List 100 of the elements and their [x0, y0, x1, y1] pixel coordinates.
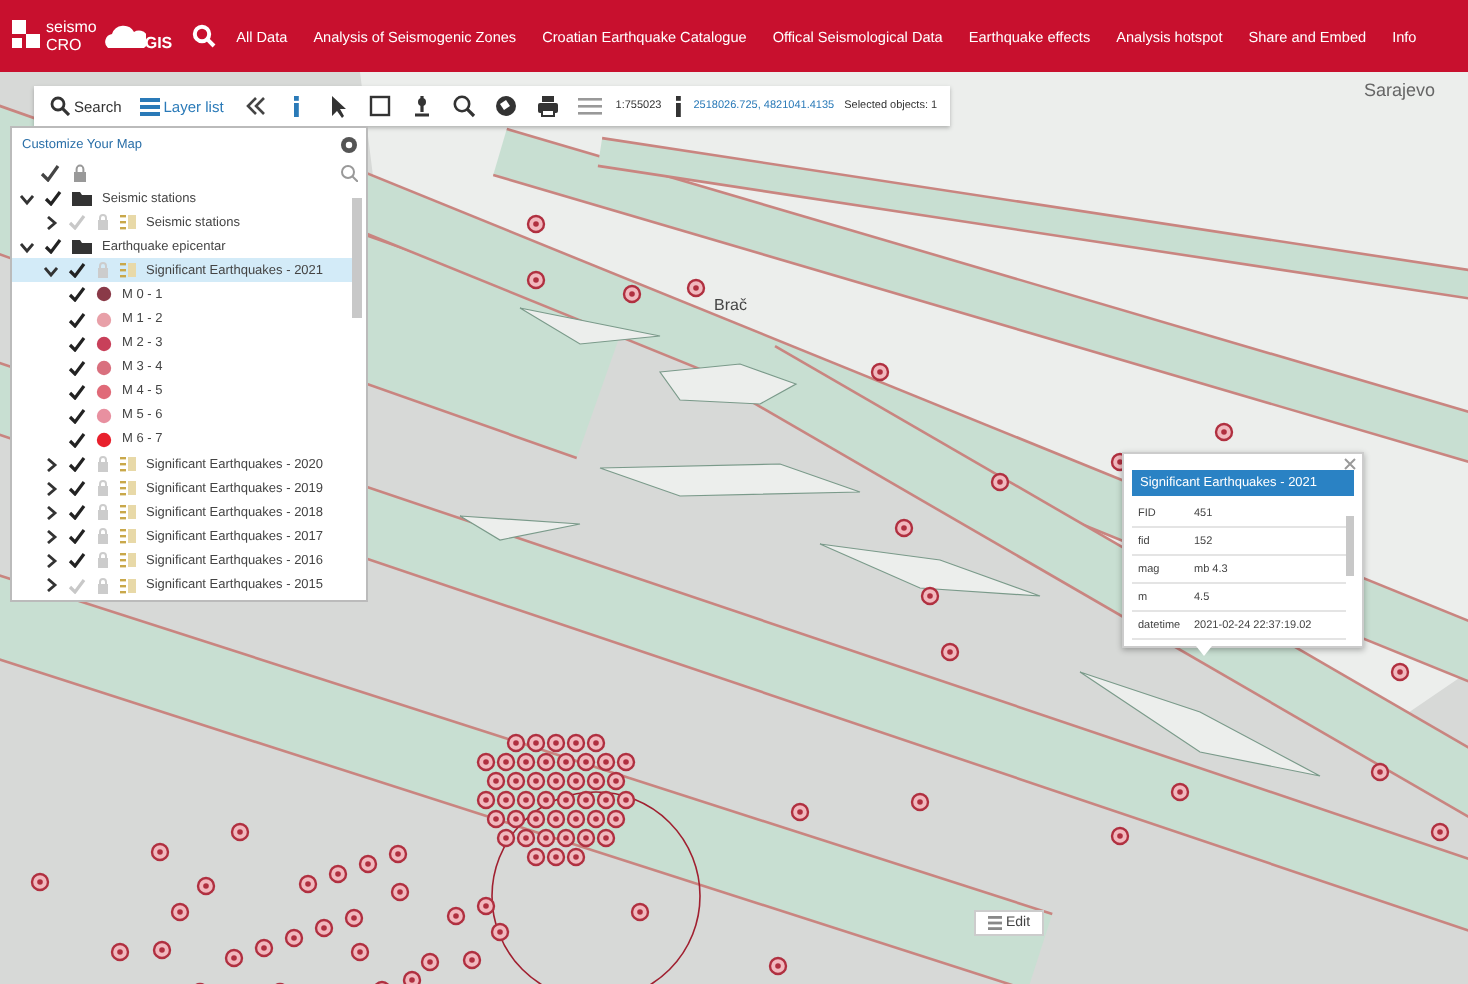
earthquake-marker-icon[interactable]: [506, 733, 526, 753]
check-icon[interactable]: [68, 311, 86, 328]
earthquake-marker-icon[interactable]: [516, 790, 536, 810]
earthquake-marker-icon[interactable]: [328, 864, 348, 884]
check-icon[interactable]: [68, 407, 86, 424]
earthquake-marker-icon[interactable]: [516, 828, 536, 848]
earthquake-marker-icon[interactable]: [506, 809, 526, 829]
earthquake-marker-icon[interactable]: [586, 771, 606, 791]
earthquake-marker-icon[interactable]: [486, 771, 506, 791]
earthquake-marker-icon[interactable]: [606, 809, 626, 829]
earthquake-marker-icon[interactable]: [284, 928, 304, 948]
earthquake-marker-icon[interactable]: [516, 752, 536, 772]
earthquake-marker-icon[interactable]: [462, 950, 482, 970]
lock-icon[interactable]: [72, 164, 88, 182]
chevron-down-icon[interactable]: [20, 239, 34, 254]
earthquake-marker-icon[interactable]: [586, 733, 606, 753]
check-icon[interactable]: [68, 456, 86, 473]
earthquake-marker-icon[interactable]: [496, 790, 516, 810]
earthquake-marker-icon[interactable]: [350, 942, 370, 962]
chevron-down-icon[interactable]: [20, 191, 34, 206]
earthquake-marker-icon[interactable]: [576, 752, 596, 772]
check-icon[interactable]: [68, 431, 86, 448]
chevron-right-icon[interactable]: [44, 505, 58, 520]
earthquake-marker-icon[interactable]: [526, 214, 546, 234]
earthquake-marker-icon[interactable]: [596, 790, 616, 810]
earthquake-marker-icon[interactable]: [496, 828, 516, 848]
earthquake-marker-icon[interactable]: [768, 956, 788, 976]
earthquake-marker-icon[interactable]: [606, 771, 626, 791]
chevron-right-icon[interactable]: [44, 215, 58, 230]
earthquake-marker-icon[interactable]: [1390, 662, 1410, 682]
earthquake-marker-icon[interactable]: [536, 828, 556, 848]
earthquake-marker-icon[interactable]: [224, 948, 244, 968]
earthquake-marker-icon[interactable]: [556, 790, 576, 810]
check-icon[interactable]: [68, 528, 86, 545]
earthquake-marker-icon[interactable]: [344, 908, 364, 928]
collapse-icon[interactable]: [241, 94, 266, 118]
earthquake-marker-icon[interactable]: [546, 733, 566, 753]
earthquake-marker-icon[interactable]: [536, 752, 556, 772]
earthquake-marker-icon[interactable]: [490, 922, 510, 942]
earthquake-marker-icon[interactable]: [254, 938, 274, 958]
earthquake-marker-icon[interactable]: [30, 872, 50, 892]
earthquake-marker-icon[interactable]: [476, 752, 496, 772]
earthquake-marker-icon[interactable]: [110, 942, 130, 962]
earthquake-marker-icon[interactable]: [526, 270, 546, 290]
earthquake-marker-icon[interactable]: [230, 822, 250, 842]
earthquake-marker-icon[interactable]: [390, 882, 410, 902]
earthquake-marker-icon[interactable]: [920, 586, 940, 606]
earthquake-marker-icon[interactable]: [358, 854, 378, 874]
earthquake-marker-icon[interactable]: [990, 472, 1010, 492]
check-icon[interactable]: [40, 164, 60, 182]
check-icon[interactable]: [68, 504, 86, 521]
earthquake-marker-icon[interactable]: [1430, 822, 1450, 842]
check-icon[interactable]: [44, 190, 62, 207]
zoom-icon[interactable]: [451, 94, 476, 118]
chevron-right-icon[interactable]: [44, 457, 58, 472]
earthquake-marker-icon[interactable]: [476, 896, 496, 916]
globe-icon[interactable]: [493, 94, 518, 118]
earthquake-marker-icon[interactable]: [1110, 826, 1130, 846]
earthquake-marker-icon[interactable]: [894, 518, 914, 538]
earthquake-marker-icon[interactable]: [596, 752, 616, 772]
earthquake-marker-icon[interactable]: [576, 790, 596, 810]
earthquake-marker-icon[interactable]: [622, 284, 642, 304]
earthquake-marker-icon[interactable]: [314, 918, 334, 938]
earthquake-marker-icon[interactable]: [1170, 782, 1190, 802]
check-icon[interactable]: [68, 480, 86, 497]
earthquake-marker-icon[interactable]: [170, 902, 190, 922]
check-icon[interactable]: [44, 238, 62, 255]
earthquake-marker-icon[interactable]: [150, 842, 170, 862]
earthquake-marker-icon[interactable]: [526, 809, 546, 829]
chevron-right-icon[interactable]: [44, 481, 58, 496]
earthquake-marker-icon[interactable]: [940, 642, 960, 662]
earthquake-marker-icon[interactable]: [420, 952, 440, 972]
earthquake-marker-icon[interactable]: [152, 940, 172, 960]
close-icon[interactable]: [1344, 458, 1356, 470]
printer-icon[interactable]: [535, 94, 560, 118]
earthquake-marker-icon[interactable]: [496, 752, 516, 772]
earthquake-marker-icon[interactable]: [372, 980, 392, 984]
check-icon[interactable]: [68, 383, 86, 400]
check-icon[interactable]: [68, 552, 86, 569]
earthquake-marker-icon[interactable]: [536, 790, 556, 810]
earthquake-marker-icon[interactable]: [546, 809, 566, 829]
earthquake-marker-icon[interactable]: [566, 733, 586, 753]
earthquake-marker-icon[interactable]: [546, 771, 566, 791]
earthquake-marker-icon[interactable]: [506, 771, 526, 791]
earthquake-marker-icon[interactable]: [616, 790, 636, 810]
earthquake-marker-icon[interactable]: [566, 847, 586, 867]
settings-icon[interactable]: [340, 136, 358, 154]
earthquake-marker-icon[interactable]: [388, 844, 408, 864]
chevron-right-icon[interactable]: [44, 578, 58, 593]
chevron-right-icon[interactable]: [44, 553, 58, 568]
earthquake-marker-icon[interactable]: [196, 876, 216, 896]
check-icon[interactable]: [68, 359, 86, 376]
chevron-right-icon[interactable]: [44, 529, 58, 544]
earthquake-marker-icon[interactable]: [556, 828, 576, 848]
earthquake-marker-icon[interactable]: [686, 278, 706, 298]
earthquake-marker-icon[interactable]: [486, 809, 506, 829]
earthquake-marker-icon[interactable]: [586, 809, 606, 829]
check-icon[interactable]: [68, 262, 86, 279]
earthquake-marker-icon[interactable]: [546, 847, 566, 867]
earthquake-marker-icon[interactable]: [566, 809, 586, 829]
